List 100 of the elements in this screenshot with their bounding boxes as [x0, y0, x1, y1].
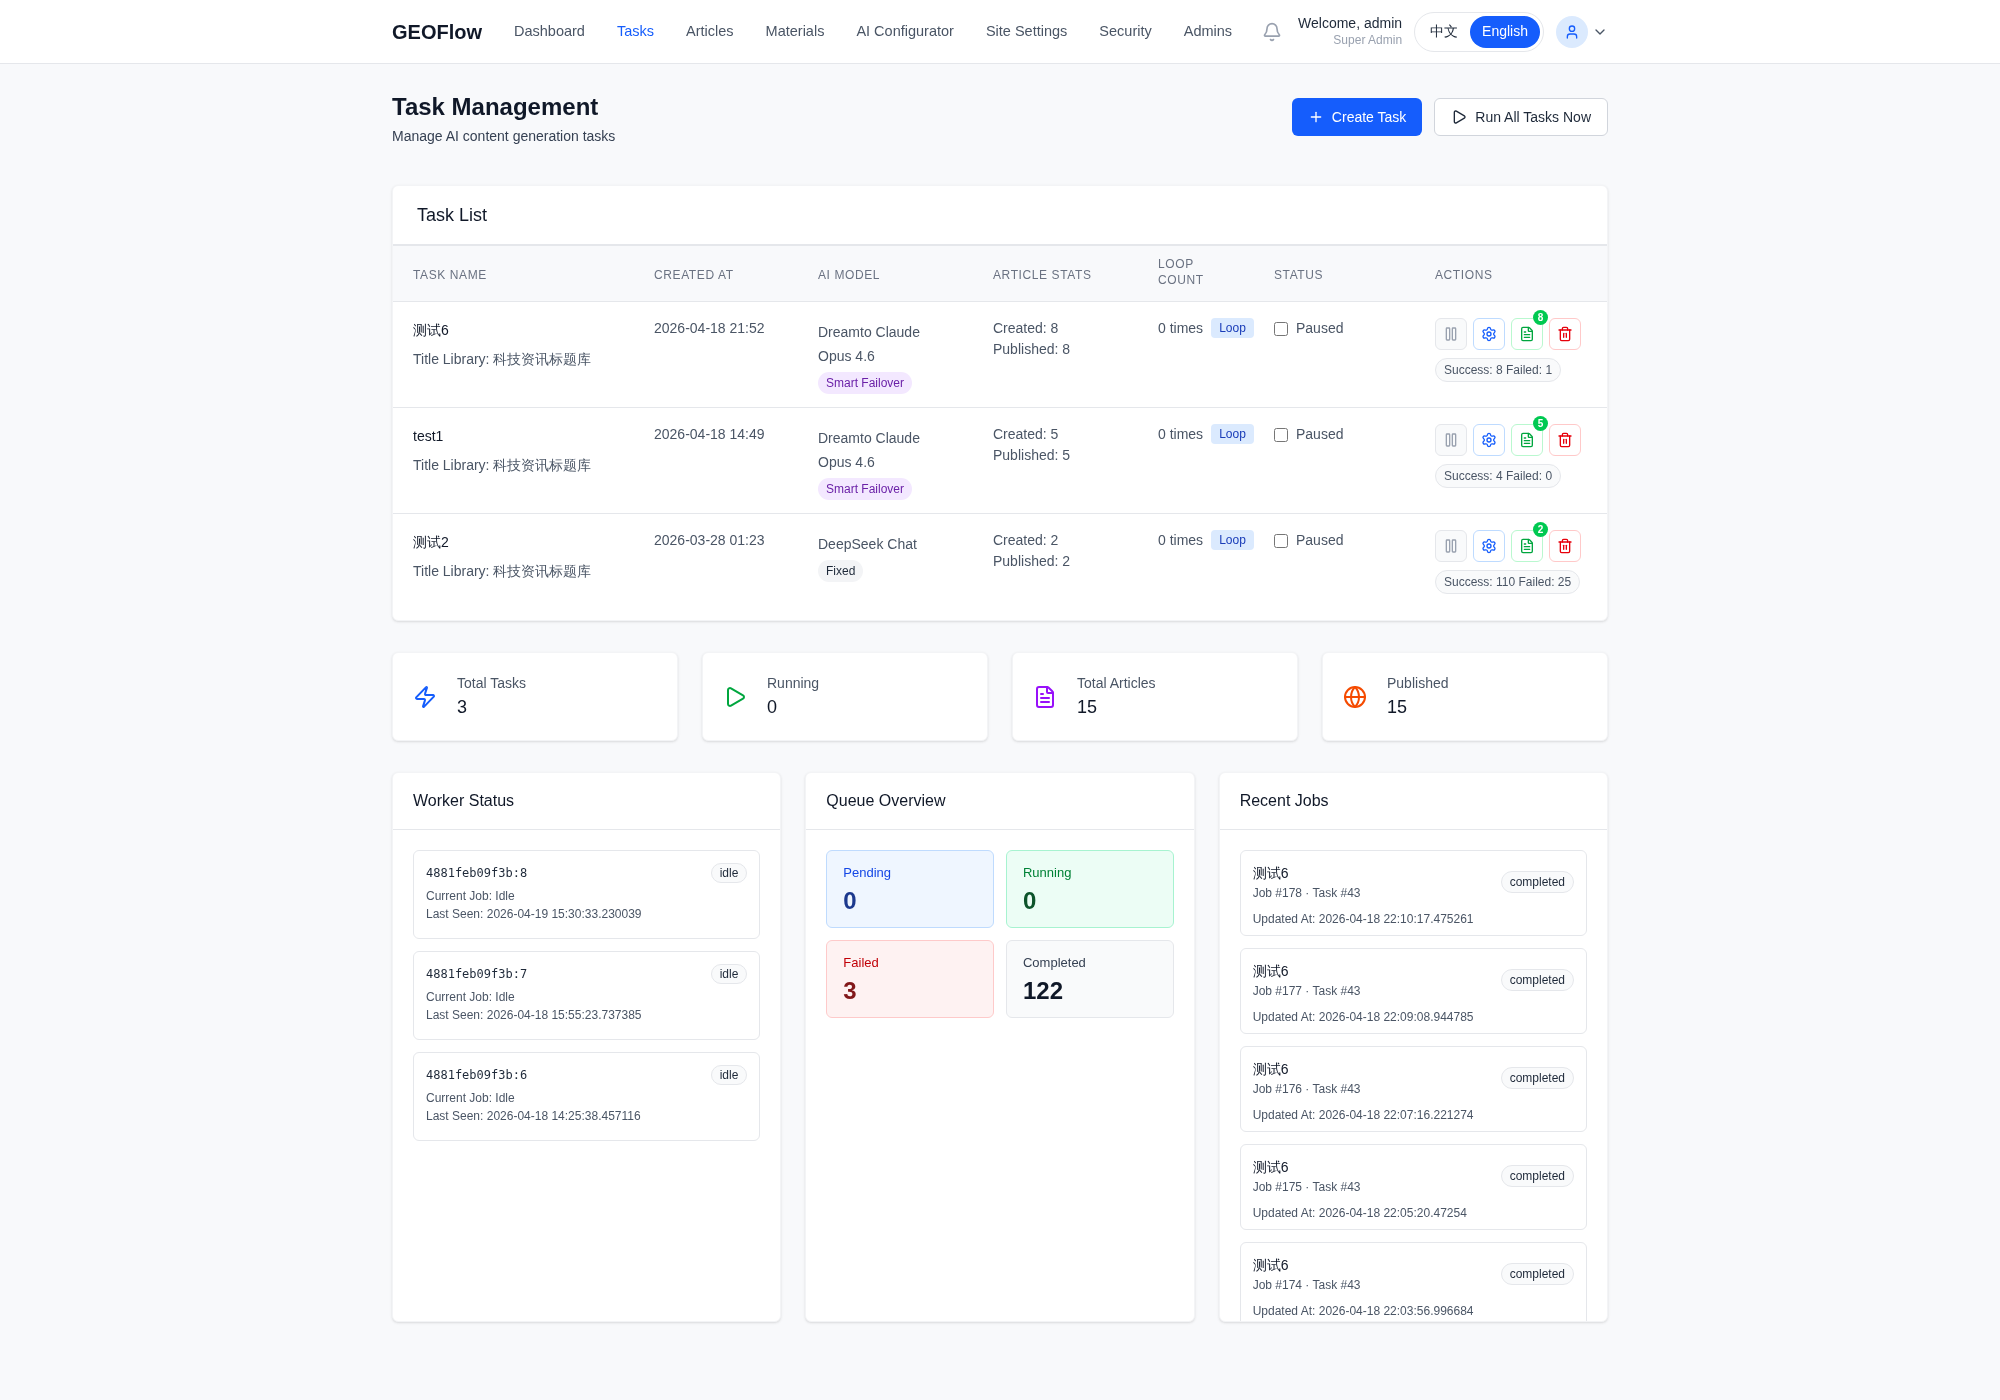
panel-title: Recent Jobs	[1239, 791, 1329, 811]
avatar[interactable]	[1556, 15, 1588, 48]
nav-link[interactable]: Site Settings	[985, 20, 1068, 43]
model-tag: Fixed	[818, 560, 864, 582]
job-meta: Job #174 · Task #43	[1252, 1277, 1361, 1294]
model-tag: Smart Failover	[818, 372, 913, 394]
job-name: 测试6	[1252, 1256, 1290, 1275]
pause-icon	[1443, 326, 1459, 342]
stat-label: Published	[1387, 673, 1449, 693]
job-meta: Job #178 · Task #43	[1252, 885, 1361, 902]
column-header: STATUS	[1274, 266, 1324, 283]
column-header: ACTIONS	[1435, 266, 1493, 283]
status-label: Paused	[1296, 319, 1344, 338]
status-checkbox[interactable]	[1274, 427, 1288, 442]
settings-button[interactable]	[1473, 318, 1505, 350]
updated-at: Updated At: 2026-04-18 22:09:08.944785	[1252, 1009, 1475, 1026]
card-title: Task List	[417, 203, 488, 227]
delete-button[interactable]	[1549, 424, 1581, 456]
trash-icon	[1557, 432, 1573, 448]
updated-at: Updated At: 2026-04-18 22:03:56.996684	[1252, 1303, 1475, 1320]
column-header: CREATED AT	[654, 266, 734, 283]
globe-icon	[1343, 684, 1367, 709]
stat-value: 0	[767, 695, 778, 719]
published-count: Published: 8	[993, 340, 1072, 359]
pause-button[interactable]	[1435, 424, 1467, 456]
stat-label: Total Tasks	[457, 673, 526, 693]
column-header: TASK NAME	[413, 266, 487, 283]
job-status: completed	[1500, 1067, 1574, 1089]
status-label: Paused	[1296, 531, 1344, 550]
nav-link[interactable]: Materials	[765, 20, 825, 43]
gear-icon	[1481, 326, 1497, 342]
title-library: Title Library: 科技资讯标题库	[413, 562, 593, 581]
trash-icon	[1557, 538, 1573, 554]
nav-link[interactable]: Security	[1099, 20, 1152, 43]
created-at: 2026-03-28 01:23	[654, 532, 765, 548]
result-summary: Success: 110 Failed: 25	[1435, 570, 1581, 594]
title-library: Title Library: 科技资讯标题库	[413, 456, 593, 475]
pause-button[interactable]	[1435, 318, 1467, 350]
last-seen: Last Seen: 2026-04-18 15:55:23.737385	[426, 1007, 643, 1024]
settings-button[interactable]	[1473, 424, 1505, 456]
status-label: Paused	[1296, 425, 1344, 444]
bell-icon[interactable]	[1262, 21, 1283, 42]
pause-icon	[1443, 432, 1459, 448]
run-all-button[interactable]: Run All Tasks Now	[1434, 98, 1608, 136]
result-summary: Success: 8 Failed: 1	[1435, 358, 1562, 382]
page-subtitle: Manage AI content generation tasks	[392, 127, 616, 146]
queue-value: 122	[1023, 975, 1065, 1006]
published-count: Published: 2	[993, 552, 1072, 571]
job-meta: Job #176 · Task #43	[1252, 1081, 1361, 1098]
stat-value: 15	[1077, 695, 1099, 719]
language-option[interactable]: 中文	[1418, 15, 1471, 48]
lightning-icon	[413, 684, 437, 709]
play-icon	[1451, 109, 1468, 125]
app-logo[interactable]: GEOFlow	[392, 16, 482, 47]
count-badge: 5	[1533, 416, 1548, 431]
document-icon	[1519, 538, 1535, 554]
current-job: Current Job: Idle	[426, 888, 516, 905]
worker-state: idle	[710, 1065, 748, 1085]
document-icon	[1519, 326, 1535, 342]
trash-icon	[1557, 326, 1573, 342]
created-at: 2026-04-18 21:52	[654, 320, 765, 336]
create-task-button[interactable]: Create Task	[1291, 98, 1423, 136]
language-option[interactable]: English	[1470, 15, 1540, 48]
nav-link[interactable]: Admins	[1183, 20, 1233, 43]
nav-link[interactable]: AI Configurator	[856, 20, 954, 43]
queue-label: Running	[1023, 864, 1073, 882]
worker-id: 4881feb09f3b:8	[426, 865, 528, 882]
result-summary: Success: 4 Failed: 0	[1435, 464, 1562, 488]
stat-value: 3	[457, 695, 468, 719]
user-role: Super Admin	[1333, 32, 1403, 48]
delete-button[interactable]	[1549, 318, 1581, 350]
worker-id: 4881feb09f3b:7	[426, 966, 528, 983]
panel-title: Worker Status	[413, 791, 515, 811]
worker-state: idle	[710, 964, 748, 984]
current-job: Current Job: Idle	[426, 1090, 516, 1107]
delete-button[interactable]	[1549, 530, 1581, 562]
nav-link[interactable]: Dashboard	[514, 20, 585, 43]
settings-button[interactable]	[1473, 530, 1505, 562]
pause-button[interactable]	[1435, 530, 1467, 562]
status-checkbox[interactable]	[1274, 321, 1288, 336]
loop-tag: Loop	[1211, 530, 1254, 550]
ai-model: Dreamto Claude Opus 4.6	[818, 323, 921, 366]
pause-icon	[1443, 538, 1459, 554]
queue-value: 3	[843, 975, 858, 1006]
queue-value: 0	[1023, 885, 1038, 916]
task-name: test1	[413, 427, 445, 446]
created-count: Created: 2	[993, 531, 1060, 550]
queue-value: 0	[843, 885, 858, 916]
job-name: 测试6	[1252, 962, 1290, 981]
job-meta: Job #177 · Task #43	[1252, 983, 1361, 1000]
worker-id: 4881feb09f3b:6	[426, 1067, 528, 1084]
job-status: completed	[1500, 1165, 1574, 1187]
created-at: 2026-04-18 14:49	[654, 426, 765, 442]
stat-label: Running	[767, 673, 820, 693]
loop-count: 0 times	[1158, 319, 1204, 338]
nav-link[interactable]: Tasks	[616, 20, 654, 43]
current-job: Current Job: Idle	[426, 989, 516, 1006]
status-checkbox[interactable]	[1274, 533, 1288, 548]
published-count: Published: 5	[993, 446, 1072, 465]
nav-link[interactable]: Articles	[686, 20, 734, 43]
